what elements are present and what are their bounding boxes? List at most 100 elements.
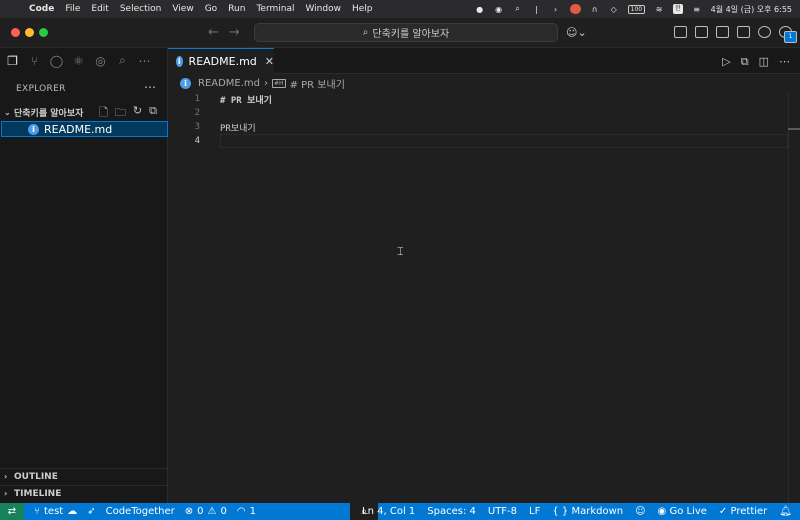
status-right: Ln 4, Col 1 Spaces: 4 UTF-8 LF { } Markd… bbox=[362, 503, 792, 520]
current-line-highlight bbox=[220, 134, 788, 148]
zoom-window-button[interactable] bbox=[39, 28, 48, 37]
menu-terminal[interactable]: Terminal bbox=[256, 4, 294, 14]
explorer-more-actions-icon[interactable]: ⋯ bbox=[144, 80, 156, 94]
chevron-right-icon: › bbox=[4, 472, 8, 481]
line-number: 4 bbox=[194, 136, 200, 146]
split-editor-icon[interactable]: ◫ bbox=[759, 55, 769, 69]
go-live-button[interactable]: ◉ Go Live bbox=[658, 506, 707, 517]
react-icon[interactable]: ⚛ bbox=[72, 54, 85, 68]
chevron-right-icon: › bbox=[264, 77, 269, 89]
breadcrumb-file[interactable]: README.md bbox=[198, 78, 260, 89]
close-icon[interactable]: ✕ bbox=[265, 55, 274, 68]
control-center-icon[interactable]: ≡ bbox=[692, 4, 702, 14]
menu-window[interactable]: Window bbox=[305, 4, 341, 14]
github-icon[interactable]: ◯ bbox=[50, 54, 63, 68]
search-icon[interactable]: ⌕ bbox=[116, 53, 129, 67]
menu-selection[interactable]: Selection bbox=[120, 4, 161, 14]
layout-controls: 1 bbox=[674, 26, 797, 43]
braces-icon: { } bbox=[552, 506, 569, 517]
battery-icon[interactable]: 100 bbox=[627, 4, 646, 14]
minimize-window-button[interactable] bbox=[25, 28, 34, 37]
account-icon[interactable] bbox=[758, 26, 771, 38]
toggle-panel-icon[interactable] bbox=[716, 26, 729, 38]
end-of-line[interactable]: LF bbox=[529, 506, 540, 517]
line-text: PR보내기 bbox=[220, 123, 256, 134]
line-text: # PR 보내기 bbox=[220, 95, 272, 106]
menu-go[interactable]: Go bbox=[205, 4, 217, 14]
input-source-indicator[interactable]: 한 bbox=[673, 4, 683, 14]
menubar-clock[interactable]: 4월 4일 (금) 오후 6:55 bbox=[711, 4, 792, 15]
explorer-title: EXPLORER bbox=[16, 84, 66, 94]
notification-app-icon[interactable] bbox=[569, 4, 581, 14]
user-circle-icon[interactable]: ◉ bbox=[494, 4, 504, 14]
menu-edit[interactable]: Edit bbox=[91, 4, 108, 14]
menu-file[interactable]: File bbox=[65, 4, 80, 14]
toggle-secondary-sidebar-icon[interactable] bbox=[737, 26, 750, 38]
search-icon[interactable]: ⌕ bbox=[513, 4, 523, 14]
tab-readme[interactable]: i README.md ✕ bbox=[168, 48, 274, 74]
file-item-readme[interactable]: i README.md bbox=[1, 121, 168, 137]
menu-view[interactable]: View bbox=[172, 4, 193, 14]
code-line: 2 bbox=[168, 106, 788, 120]
more-actions-icon[interactable]: ⋯ bbox=[779, 55, 790, 69]
back-arrow-icon[interactable]: ← bbox=[208, 25, 219, 40]
activity-bar: ❐ ⑂ ◯ ⚛ ◎ ⌕ ⋯ bbox=[6, 53, 151, 68]
folder-name: 단축키를 알아보자 bbox=[14, 108, 84, 119]
menu-run[interactable]: Run bbox=[228, 4, 245, 14]
editor-scrollbar[interactable] bbox=[788, 92, 800, 503]
bell-icon[interactable]: 🔔︎ bbox=[779, 506, 792, 517]
remote-indicator-icon[interactable]: ⇄ bbox=[0, 503, 24, 520]
toggle-primary-sidebar-icon[interactable] bbox=[695, 26, 708, 38]
pipe-icon: | bbox=[535, 4, 538, 14]
command-center-search[interactable]: ⌕ 단축키를 알아보자 bbox=[254, 23, 558, 42]
cursor-position[interactable]: Ln 4, Col 1 bbox=[362, 506, 415, 517]
indentation[interactable]: Spaces: 4 bbox=[427, 506, 476, 517]
run-icon[interactable]: ▷ bbox=[722, 55, 730, 69]
headphones-icon[interactable]: ∩ bbox=[590, 4, 600, 14]
navigation-arrows: ← → bbox=[208, 25, 240, 40]
codetogether-status[interactable]: ➶ CodeTogether bbox=[87, 506, 175, 517]
menu-code[interactable]: Code bbox=[29, 4, 54, 14]
open-preview-icon[interactable]: ⧉ bbox=[741, 55, 749, 69]
branch-status[interactable]: ⑂ test ☁ bbox=[34, 506, 77, 517]
primary-sidebar: ❐ ⑂ ◯ ⚛ ◎ ⌕ ⋯ EXPLORER ⋯ ⌄ 단축키를 알아보자 🗋 🗀… bbox=[0, 48, 168, 503]
scroll-marker bbox=[788, 128, 800, 130]
chevron-down-icon: ⌄ bbox=[4, 107, 11, 117]
breadcrumb-symbol[interactable]: # PR 보내기 bbox=[290, 76, 345, 91]
layout-customize-icon[interactable] bbox=[674, 26, 687, 38]
chevron-right-icon[interactable]: › bbox=[551, 4, 561, 14]
wifi-icon[interactable]: ≋ bbox=[654, 4, 664, 14]
remote-explorer-icon[interactable]: ◎ bbox=[94, 54, 107, 68]
forward-arrow-icon[interactable]: → bbox=[229, 25, 240, 40]
more-views-icon[interactable]: ⋯ bbox=[138, 54, 151, 68]
language-label: Markdown bbox=[571, 506, 624, 517]
info-file-icon: i bbox=[28, 123, 39, 135]
outline-panel-header[interactable]: › OUTLINE bbox=[0, 468, 168, 484]
manage-gear-icon[interactable]: 1 bbox=[779, 26, 797, 43]
copilot-status-icon[interactable]: ☺ bbox=[635, 506, 645, 517]
menu-help[interactable]: Help bbox=[352, 4, 373, 14]
problems-status[interactable]: ⊗ 0 ⚠ 0 bbox=[185, 506, 227, 517]
copilot-menu-icon[interactable]: ☺⌄ bbox=[566, 26, 587, 39]
tab-label: README.md bbox=[188, 55, 257, 68]
source-control-icon[interactable]: ⑂ bbox=[28, 54, 41, 68]
layers-icon[interactable]: ◇ bbox=[609, 4, 619, 14]
explorer-icon[interactable]: ❐ bbox=[6, 54, 19, 68]
language-mode[interactable]: { } Markdown bbox=[552, 506, 623, 517]
window-titlebar: ← → ⌕ 단축키를 알아보자 ☺⌄ 1 bbox=[0, 18, 800, 48]
error-icon: ⊗ bbox=[184, 506, 194, 517]
window-controls bbox=[11, 28, 48, 37]
close-window-button[interactable] bbox=[11, 28, 20, 37]
command-center-label: 단축키를 알아보자 bbox=[372, 29, 450, 40]
encoding[interactable]: UTF-8 bbox=[488, 506, 517, 517]
timeline-panel-header[interactable]: › TIMELINE bbox=[0, 485, 168, 501]
git-branch-icon: ⑂ bbox=[34, 506, 40, 517]
prettier-status[interactable]: ✓ Prettier bbox=[719, 506, 767, 517]
broadcast-icon: ◠ bbox=[236, 506, 246, 517]
ports-status[interactable]: ◠ 1 bbox=[237, 506, 256, 517]
code-editor[interactable]: 1 # PR 보내기 2 3 PR보내기 4 bbox=[168, 92, 800, 503]
outline-label: OUTLINE bbox=[14, 471, 58, 482]
codetogether-label: CodeTogether bbox=[105, 506, 175, 517]
record-icon[interactable]: ● bbox=[475, 4, 485, 14]
check-icon: ✓ bbox=[718, 506, 728, 517]
